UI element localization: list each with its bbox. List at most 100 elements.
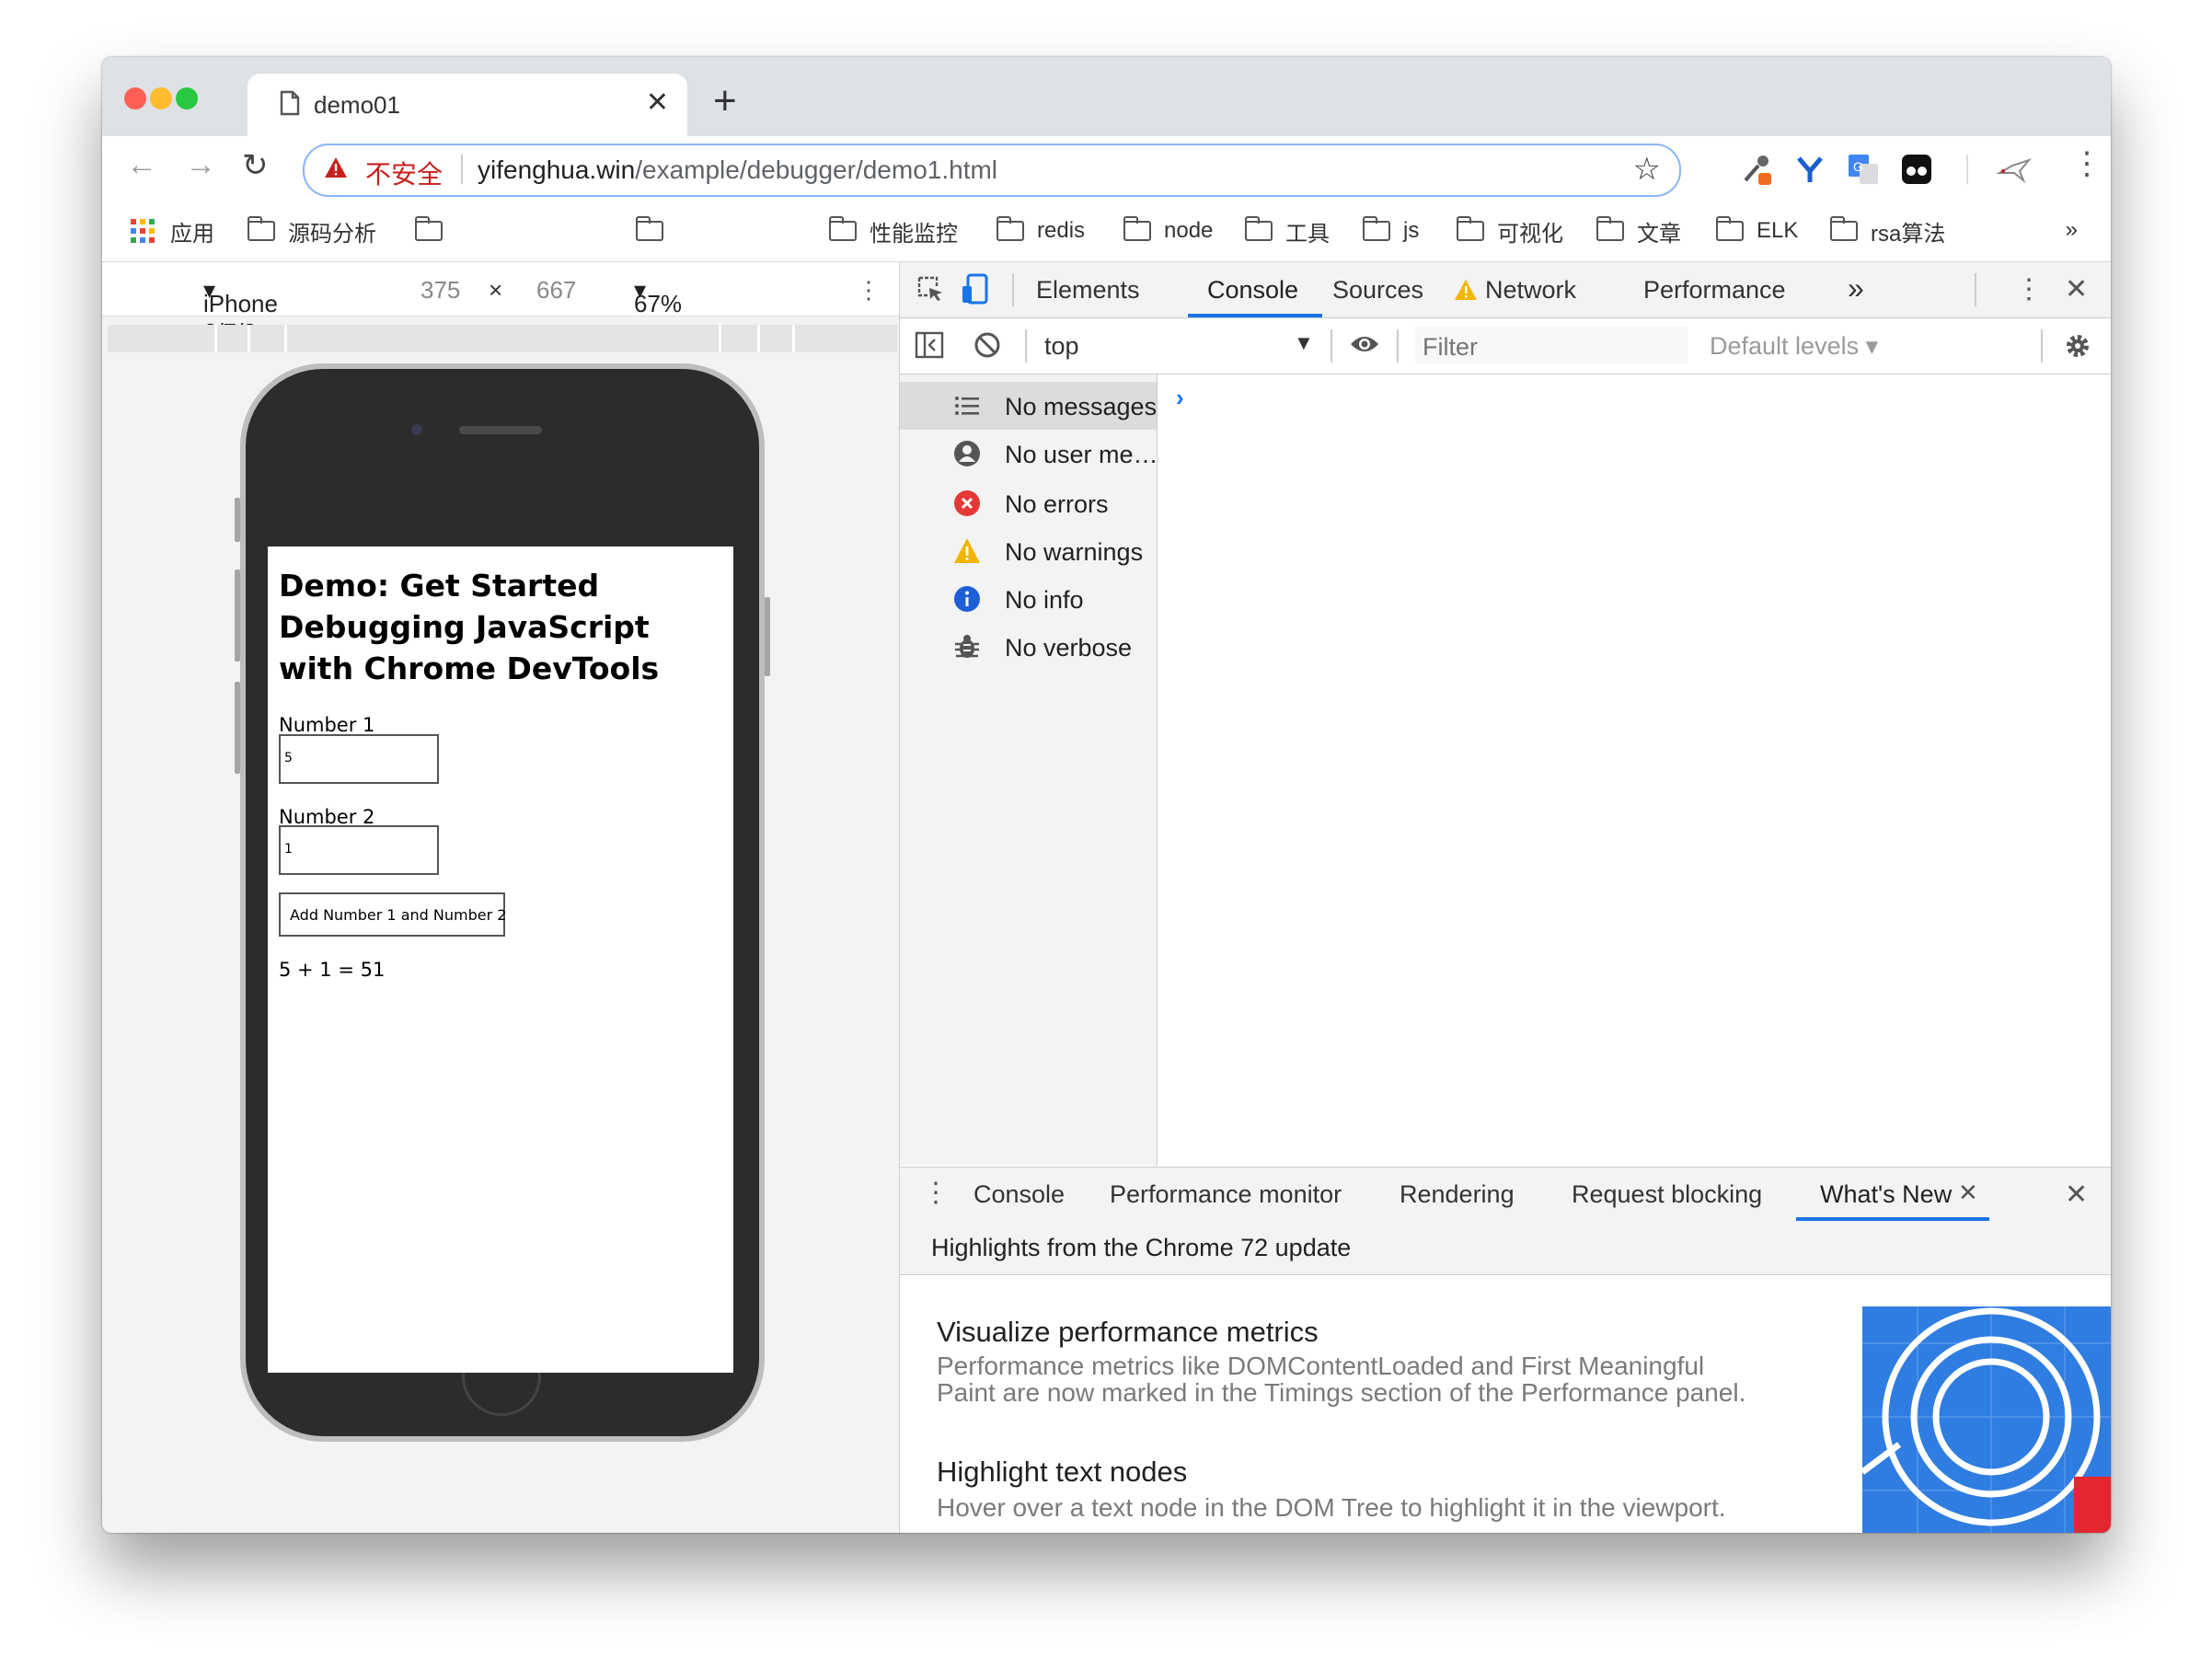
warning-icon xyxy=(954,538,980,563)
bookmarks-overflow-button[interactable]: » xyxy=(2066,217,2078,243)
device-viewport: Demo: Get Started Debugging JavaScript w… xyxy=(268,547,733,1373)
bookmark-folder[interactable]: redis xyxy=(997,215,1085,247)
sidebar-item-errors[interactable]: No errors xyxy=(900,479,1157,527)
forward-icon[interactable]: → xyxy=(185,147,216,183)
media-query-ruler[interactable] xyxy=(108,325,897,352)
bookmark-star-icon[interactable]: ☆ xyxy=(1633,151,1661,188)
context-select[interactable]: top xyxy=(1044,332,1079,361)
bookmark-folder[interactable]: rsa算法 xyxy=(1830,215,1945,247)
warning-icon xyxy=(323,155,349,179)
bookmark-apps[interactable]: 应用 xyxy=(130,215,214,247)
device-height-input[interactable]: 667 xyxy=(536,276,576,305)
url-text[interactable]: yifenghua.win/example/debugger/demo1.htm… xyxy=(478,155,997,185)
device-width-input[interactable]: 375 xyxy=(421,276,460,305)
folder-icon xyxy=(1830,216,1858,241)
devtools-menu-icon[interactable]: ⋮ xyxy=(2015,273,2043,305)
bookmark-folder[interactable] xyxy=(636,215,676,247)
add-numbers-button[interactable]: Add Number 1 and Number 2 xyxy=(279,892,506,937)
bookmark-folder[interactable]: 工具 xyxy=(1245,215,1330,247)
clear-console-icon[interactable] xyxy=(974,331,1001,359)
device-toggle-icon[interactable] xyxy=(961,273,990,305)
sidebar-item-info[interactable]: No info xyxy=(900,575,1157,623)
sidebar-item-user-messages[interactable]: No user me… xyxy=(900,430,1158,478)
minimize-window-button[interactable] xyxy=(150,87,172,109)
drawer-tab-whats-new[interactable]: What's New xyxy=(1820,1180,1952,1209)
omnibox-divider xyxy=(461,155,463,184)
number1-label: Number 1 xyxy=(279,714,375,736)
more-tabs-icon[interactable]: » xyxy=(1848,271,1864,305)
drawer-menu-icon[interactable]: ⋮ xyxy=(922,1177,950,1209)
reload-icon[interactable]: ↻ xyxy=(242,147,269,184)
close-window-button[interactable] xyxy=(124,87,146,109)
user-icon xyxy=(954,441,980,466)
browser-tab[interactable]: demo01 ✕ xyxy=(248,74,687,136)
extension-glasses-icon[interactable] xyxy=(1900,153,1933,186)
zoom-window-button[interactable] xyxy=(176,87,198,109)
sidebar-item-verbose[interactable]: No verbose xyxy=(900,623,1157,671)
active-tab-indicator xyxy=(1188,314,1322,317)
bookmark-folder[interactable]: 性能监控 xyxy=(829,215,958,247)
device-select[interactable]: iPhone 6/7/8 ▾ xyxy=(203,276,278,346)
tab-performance[interactable]: Performance xyxy=(1643,276,1786,305)
number1-input[interactable]: 5 xyxy=(279,734,439,784)
folder-icon xyxy=(415,216,443,241)
bookmark-folder[interactable]: 源码分析 xyxy=(248,215,376,247)
page-heading: Demo: Get Started Debugging JavaScript w… xyxy=(279,568,660,686)
drawer-tab-request-blocking[interactable]: Request blocking xyxy=(1572,1180,1762,1209)
google-translate-icon[interactable]: G xyxy=(1847,153,1880,186)
close-tab-icon[interactable]: ✕ xyxy=(646,86,669,119)
bookmark-folder[interactable]: 文章 xyxy=(1596,215,1681,247)
omnibox[interactable]: 不安全 yifenghua.win/example/debugger/demo1… xyxy=(303,144,1681,197)
zoom-select[interactable]: 67% ▾ xyxy=(634,276,682,317)
feature-title[interactable]: Visualize performance metrics xyxy=(937,1316,1319,1349)
sidebar-item-label: No user me… xyxy=(1005,441,1158,468)
extension-y-icon[interactable] xyxy=(1793,153,1826,186)
bookmark-folder[interactable]: ELK xyxy=(1716,215,1798,247)
bookmark-folder[interactable] xyxy=(415,215,455,247)
extension-dropper-icon[interactable] xyxy=(1740,153,1773,186)
console-prompt[interactable]: › xyxy=(1176,384,1184,412)
device-toolbar-menu-icon[interactable]: ⋮ xyxy=(857,276,881,305)
bookmark-label: 工具 xyxy=(1285,221,1330,247)
folder-icon xyxy=(636,216,663,241)
context-dropdown-icon[interactable]: ▼ xyxy=(1294,331,1314,355)
zoom-value: 67% xyxy=(634,290,683,317)
page-icon xyxy=(280,90,300,116)
close-devtools-icon[interactable]: ✕ xyxy=(2065,273,2088,305)
new-tab-button[interactable]: + xyxy=(713,81,737,121)
tab-sources[interactable]: Sources xyxy=(1332,276,1423,305)
log-levels-select[interactable]: Default levels ▾ xyxy=(1710,332,1878,361)
filter-input[interactable]: Filter xyxy=(1415,326,1688,364)
whats-new-thumbnail[interactable] xyxy=(1862,1306,2111,1533)
sidebar-toggle-icon[interactable] xyxy=(915,331,944,359)
tabbar-divider xyxy=(1012,273,1014,306)
folder-icon xyxy=(1596,216,1624,241)
tab-network[interactable]: Network xyxy=(1485,276,1576,305)
list-icon xyxy=(955,397,979,415)
sidebar-item-label: No verbose xyxy=(1005,634,1133,662)
live-expression-eye-icon[interactable] xyxy=(1349,333,1380,355)
bookmark-label: redis xyxy=(1037,218,1086,243)
sidebar-item-label: No errors xyxy=(1005,490,1109,518)
extension-bird-icon[interactable] xyxy=(1996,153,2033,186)
bookmark-folder[interactable]: js xyxy=(1363,215,1419,247)
tab-console[interactable]: Console xyxy=(1207,276,1298,305)
bookmark-folder[interactable]: 可视化 xyxy=(1457,215,1563,247)
browser-menu-icon[interactable]: ⋮ xyxy=(2071,145,2103,182)
back-icon[interactable]: ← xyxy=(126,147,157,183)
bookmark-folder[interactable]: node xyxy=(1123,215,1213,247)
drawer-tab-performance-monitor[interactable]: Performance monitor xyxy=(1110,1180,1342,1209)
feature-title[interactable]: Highlight text nodes xyxy=(937,1456,1187,1489)
close-whats-new-tab-icon[interactable]: ✕ xyxy=(1958,1179,1978,1207)
inspect-element-icon[interactable] xyxy=(916,275,944,303)
drawer-tab-rendering[interactable]: Rendering xyxy=(1400,1180,1515,1209)
sidebar-item-warnings[interactable]: No warnings xyxy=(900,527,1157,575)
tab-elements[interactable]: Elements xyxy=(1036,276,1140,305)
console-settings-gear-icon[interactable] xyxy=(2063,331,2092,361)
sidebar-item-messages[interactable]: No messages xyxy=(900,382,1157,430)
security-label[interactable]: 不安全 xyxy=(365,155,443,191)
number2-input[interactable]: 1 xyxy=(279,825,439,875)
drawer-tab-console[interactable]: Console xyxy=(974,1180,1065,1209)
close-drawer-icon[interactable]: ✕ xyxy=(2065,1179,2088,1211)
bookmark-label: 可视化 xyxy=(1497,221,1563,247)
